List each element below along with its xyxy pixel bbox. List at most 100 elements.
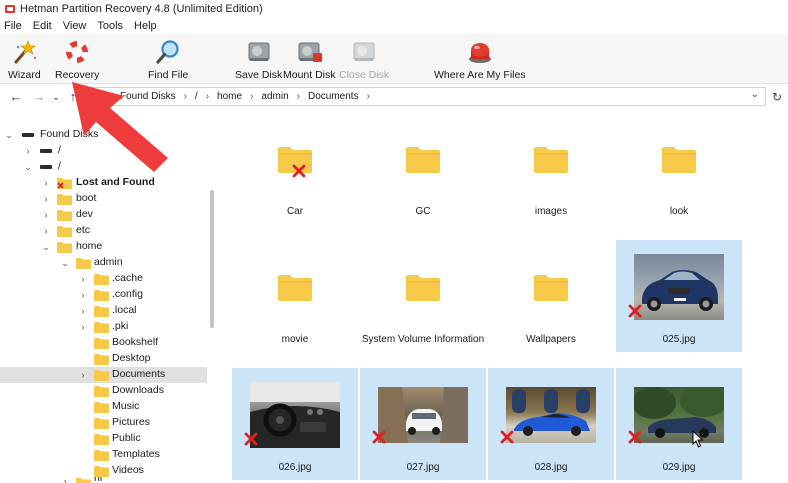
chevron-down-icon[interactable]: ⌄ (41, 239, 51, 255)
chevron-right-icon[interactable]: › (78, 367, 88, 383)
folder-icon (94, 450, 109, 461)
breadcrumb-documents[interactable]: Documents (308, 91, 359, 102)
hard-disk-close-icon (349, 37, 379, 67)
folder-icon (94, 274, 109, 285)
back-arrow-icon[interactable]: ← (9, 89, 23, 105)
chevron-right-icon[interactable]: › (41, 207, 51, 223)
tree-item-pki[interactable]: › .pki (0, 319, 207, 335)
folder-tile-gc[interactable]: GC (360, 112, 486, 234)
tree-item-cache[interactable]: › .cache (0, 271, 207, 287)
tree-item-downloads[interactable]: Downloads (0, 383, 207, 399)
tree-item-ni[interactable]: › ni (0, 477, 207, 483)
wizard-button[interactable]: Wizard (8, 37, 41, 81)
breadcrumb-chevron-icon: › (250, 91, 254, 102)
folder-icon (57, 242, 72, 253)
breadcrumb-chevron-icon: › (205, 91, 210, 102)
tree-item-desktop[interactable]: Desktop (0, 351, 207, 367)
tree-item-pictures[interactable]: Pictures (0, 415, 207, 431)
thumbnail-blue-sports-car (506, 387, 596, 443)
menu-view[interactable]: View (63, 20, 87, 32)
tree-item-music[interactable]: Music (0, 399, 207, 415)
tree-item-lost-and-found[interactable]: › Lost and Found (0, 175, 207, 191)
folder-icon (94, 322, 109, 333)
breadcrumb[interactable]: Found Disks › / › home › admin › Documen… (86, 87, 766, 106)
chevron-right-icon[interactable]: › (23, 143, 33, 159)
tree-scrollbar[interactable] (210, 190, 214, 328)
deleted-mark-icon (244, 432, 258, 446)
folder-icon (94, 290, 109, 301)
chevron-down-icon[interactable]: ⌄ (60, 255, 70, 271)
image-tile-026[interactable]: 026.jpg (232, 368, 358, 480)
folder-tile-system-volume-information[interactable]: System Volume Information (360, 240, 486, 352)
tree-item-boot[interactable]: › boot (0, 191, 207, 207)
deleted-mark-icon (628, 430, 642, 444)
chevron-down-icon[interactable]: ⌄ (23, 159, 33, 175)
chevron-right-icon[interactable]: › (41, 191, 51, 207)
breadcrumb-home[interactable]: home (217, 91, 242, 102)
folder-icon (57, 226, 72, 237)
chevron-right-icon[interactable]: › (41, 175, 51, 191)
tree-item-documents[interactable]: › Documents (0, 367, 207, 383)
file-name: Car (286, 206, 304, 217)
folder-tile-wallpapers[interactable]: Wallpapers (488, 240, 614, 352)
tree-item-public[interactable]: Public (0, 431, 207, 447)
chevron-right-icon[interactable]: › (60, 477, 70, 483)
file-name: 027.jpg (406, 462, 440, 473)
menu-file[interactable]: File (4, 20, 22, 32)
tree-item-templates[interactable]: Templates (0, 447, 207, 463)
deleted-mark-icon (372, 430, 386, 444)
image-tile-025[interactable]: 025.jpg (616, 240, 742, 352)
tree-item-etc[interactable]: › etc (0, 223, 207, 239)
forward-arrow-icon[interactable]: → (32, 89, 46, 105)
tree-item-label: Desktop (112, 352, 151, 364)
chevron-right-icon[interactable]: › (78, 303, 88, 319)
magic-wand-icon (9, 37, 39, 67)
tree-item-label: .pki (112, 320, 129, 332)
breadcrumb-chevron-icon: › (183, 91, 187, 102)
folder-tile-car[interactable]: Car (232, 112, 358, 234)
mount-disk-button[interactable]: Mount Disk (283, 37, 336, 81)
tree-item-label: ni (94, 477, 103, 483)
tree-item-bookshelf[interactable]: Bookshelf (0, 335, 207, 351)
tree-item-home[interactable]: ⌄ home (0, 239, 207, 255)
chevron-right-icon[interactable]: › (78, 319, 88, 335)
breadcrumb-root[interactable]: / (195, 91, 198, 102)
breadcrumb-admin[interactable]: admin (261, 91, 288, 102)
image-tile-029[interactable]: 029.jpg (616, 368, 742, 480)
tree-item-admin[interactable]: ⌄ admin (0, 255, 207, 271)
chevron-right-icon[interactable]: › (78, 287, 88, 303)
wizard-label: Wizard (8, 69, 41, 81)
title-bar: Hetman Partition Recovery 4.8 (Unlimited… (0, 0, 788, 18)
menu-tools[interactable]: Tools (97, 20, 123, 32)
menu-help[interactable]: Help (134, 20, 157, 32)
folder-tile-movie[interactable]: movie (232, 240, 358, 352)
chevron-right-icon[interactable]: › (41, 223, 51, 239)
find-file-button[interactable]: Find File (148, 37, 188, 81)
file-name: images (534, 206, 568, 217)
menu-edit[interactable]: Edit (33, 20, 52, 32)
tree-item-local[interactable]: › .local (0, 303, 207, 319)
refresh-icon[interactable]: ↻ (770, 89, 784, 105)
folder-tile-images[interactable]: images (488, 112, 614, 234)
address-dropdown-chevron-icon[interactable]: ⌄ (751, 89, 759, 100)
tree-item-label: Music (112, 400, 140, 412)
close-disk-label: Close Disk (339, 69, 390, 81)
chevron-right-icon[interactable]: › (78, 271, 88, 287)
folder-tile-look[interactable]: look (616, 112, 742, 234)
image-tile-027[interactable]: 027.jpg (360, 368, 486, 480)
image-tile-028[interactable]: 028.jpg (488, 368, 614, 480)
save-disk-button[interactable]: Save Disk (235, 37, 282, 81)
chevron-down-icon[interactable]: ⌄ (4, 127, 14, 143)
folder-icon (94, 434, 109, 445)
tree-item-label: Lost and Found (76, 176, 155, 188)
close-disk-button[interactable]: Close Disk (339, 37, 389, 81)
where-are-my-files-button[interactable]: Where Are My Files (434, 37, 526, 81)
folder-icon (278, 275, 312, 301)
breadcrumb-chevron-icon: › (296, 91, 300, 102)
tree-item-config[interactable]: › .config (0, 287, 207, 303)
recovery-button[interactable]: Recovery (55, 37, 99, 81)
history-chevron-down-icon[interactable]: ⌄ (49, 89, 63, 105)
tree-item-label: Pictures (112, 416, 150, 428)
file-name: look (669, 206, 689, 217)
tree-item-dev[interactable]: › dev (0, 207, 207, 223)
